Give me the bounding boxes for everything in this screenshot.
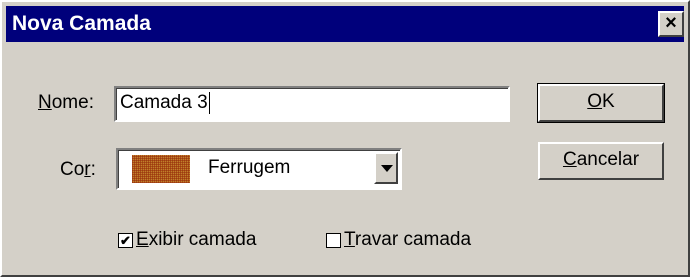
close-button[interactable]: × xyxy=(658,11,684,37)
color-label: Cor: xyxy=(60,159,96,180)
lock-layer-checkbox[interactable] xyxy=(326,233,341,248)
name-input[interactable]: Camada 3 xyxy=(114,86,510,122)
lock-layer-label: Travar camada xyxy=(344,229,472,250)
color-swatch xyxy=(132,155,190,183)
title-bar[interactable]: Nova Camada × xyxy=(6,6,684,42)
ok-button[interactable]: OK xyxy=(537,83,665,123)
close-icon: × xyxy=(665,12,677,34)
color-selected-value: Ferrugem xyxy=(208,157,291,178)
color-dropdown[interactable]: Ferrugem xyxy=(116,148,402,190)
show-layer-label: Exibir camada xyxy=(136,229,257,250)
new-layer-dialog: Nova Camada × Nome: Camada 3 Cor: Ferrug… xyxy=(0,0,690,277)
dropdown-arrow-button[interactable] xyxy=(374,152,398,184)
cancel-button[interactable]: Cancelar xyxy=(538,142,664,180)
text-caret xyxy=(208,91,210,114)
dialog-title: Nova Camada xyxy=(12,12,151,35)
show-layer-checkbox[interactable]: ✔ xyxy=(118,233,133,248)
name-label: Nome: xyxy=(38,92,94,113)
